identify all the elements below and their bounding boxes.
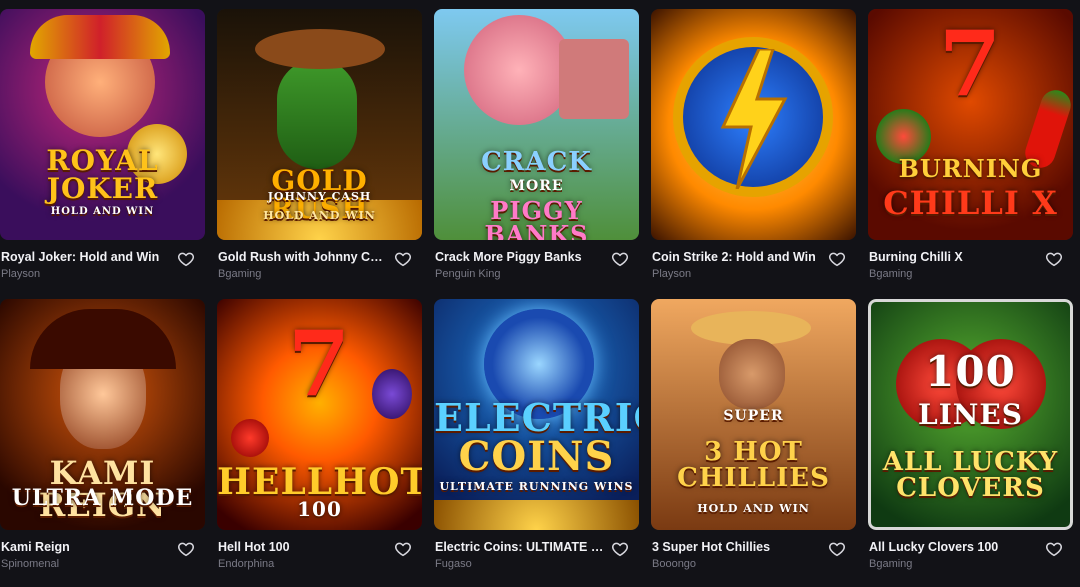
game-logo-text: ROYAL — [46, 144, 159, 177]
game-logo-text: CHILLI X — [883, 184, 1058, 222]
game-provider: Bgaming — [869, 268, 913, 280]
game-logo-text: JOKER — [46, 172, 159, 205]
game-logo-text: HOLD AND WIN — [50, 206, 155, 217]
game-thumbnail[interactable]: SUPER 3 HOT CHILLIES HOLD AND WIN — [651, 299, 856, 530]
game-thumbnail[interactable]: ELECTRICCOINSULTIMATE RUNNING WINS — [434, 299, 639, 530]
game-card: KAMI REIGN ULTRA MODE Kami Reign Spinomen… — [0, 299, 205, 571]
game-provider: Endorphina — [218, 558, 275, 570]
game-logo-text: JOHNNY CASH — [267, 190, 372, 203]
game-card: ROYAL JOKER HOLD AND WIN Royal Joker: Hold… — [0, 9, 205, 281]
heart-outline-icon[interactable] — [1045, 540, 1063, 558]
game-thumbnail[interactable]: GOLD RUSH JOHNNY CASH HOLD AND WIN — [217, 9, 422, 240]
game-logo-text: 7 — [287, 311, 352, 417]
heart-outline-icon[interactable] — [177, 540, 195, 558]
game-card: SUPER 3 HOT CHILLIES HOLD AND WIN 3 Super … — [651, 299, 856, 571]
game-logo-text: ULTRA MODE — [11, 485, 194, 511]
game-card: 7 HELLHOT 100 Hell Hot 100 Endorphina — [217, 299, 422, 571]
game-logo-text: HELLHOT — [217, 461, 422, 503]
game-logo-text: HOLD AND WIN — [697, 502, 810, 515]
game-logo-text: ULTIMATE RUNNING WINS — [439, 480, 634, 493]
game-meta: Electric Coins: ULTIMATE RUNN... Fugaso — [434, 530, 639, 571]
game-logo-text: 100 — [925, 347, 1016, 396]
game-provider: Fugaso — [435, 558, 472, 570]
game-thumbnail[interactable]: 7 HELLHOT 100 — [217, 299, 422, 530]
game-title[interactable]: Royal Joker: Hold and Win — [1, 250, 171, 264]
game-artwork — [651, 9, 856, 240]
game-thumbnail[interactable]: ROYAL JOKER HOLD AND WIN — [0, 9, 205, 240]
heart-outline-icon[interactable] — [828, 540, 846, 558]
game-meta: Gold Rush with Johnny Cash Bgaming — [217, 240, 422, 281]
game-logo-text: ALL LUCKY CLOVERS — [882, 447, 1059, 503]
game-card: CRACK MORE PIGGY BANKS Crack More Piggy Ba… — [434, 9, 639, 281]
game-provider: Playson — [1, 268, 41, 280]
heart-outline-icon[interactable] — [611, 540, 629, 558]
heart-outline-icon[interactable] — [394, 250, 412, 268]
game-logo-text: 7 — [938, 11, 1003, 117]
game-title[interactable]: Hell Hot 100 — [218, 540, 388, 554]
game-logo-text: HOLD AND WIN — [263, 209, 376, 222]
game-provider: Bgaming — [869, 558, 913, 570]
game-card: GOLD RUSH JOHNNY CASH HOLD AND WIN Gold Ru… — [217, 9, 422, 281]
game-title[interactable]: 3 Super Hot Chillies — [652, 540, 822, 554]
game-provider: Penguin King — [435, 268, 501, 280]
game-meta: Burning Chilli X Bgaming — [868, 240, 1073, 281]
game-logo-text: PIGGY BANKS — [484, 196, 589, 241]
heart-outline-icon[interactable] — [611, 250, 629, 268]
game-grid: ROYAL JOKER HOLD AND WIN Royal Joker: Hold… — [0, 9, 1073, 571]
heart-outline-icon[interactable] — [394, 540, 412, 558]
game-logo-text: BURNING — [898, 154, 1043, 183]
game-logo-text: LINES — [918, 398, 1023, 431]
game-meta: Royal Joker: Hold and Win Playson — [0, 240, 205, 281]
game-title[interactable]: Gold Rush with Johnny Cash — [218, 250, 388, 264]
game-logo-text: 3 HOT CHILLIES — [677, 437, 830, 493]
game-meta: Coin Strike 2: Hold and Win Playson — [651, 240, 856, 281]
game-card: 100 LINES ALL LUCKY CLOVERS All Lucky Clov… — [868, 299, 1073, 571]
game-title[interactable]: Electric Coins: ULTIMATE RUNN... — [435, 540, 605, 554]
game-provider: Spinomenal — [1, 558, 60, 570]
game-logo-text: SUPER — [723, 408, 784, 424]
heart-outline-icon[interactable] — [177, 250, 195, 268]
game-logo-text: COINS — [458, 433, 615, 480]
game-card: Coin Strike 2: Hold and Win Playson — [651, 9, 856, 281]
game-title[interactable]: Crack More Piggy Banks — [435, 250, 605, 264]
game-provider: Booongo — [652, 558, 697, 570]
game-title[interactable]: All Lucky Clovers 100 — [869, 540, 1039, 554]
game-meta: Crack More Piggy Banks Penguin King — [434, 240, 639, 281]
game-title[interactable]: Burning Chilli X — [869, 250, 1039, 264]
game-card: 7 BURNING CHILLI X Burning Chilli X Bgamin… — [868, 9, 1073, 281]
game-title[interactable]: Kami Reign — [1, 540, 171, 554]
heart-outline-icon[interactable] — [828, 250, 846, 268]
game-logo-text: CRACK — [481, 147, 592, 177]
game-meta: All Lucky Clovers 100 Bgaming — [868, 530, 1073, 571]
game-meta: 3 Super Hot Chillies Booongo — [651, 530, 856, 571]
game-thumbnail[interactable]: CRACK MORE PIGGY BANKS — [434, 9, 639, 240]
game-title[interactable]: Coin Strike 2: Hold and Win — [652, 250, 822, 264]
heart-outline-icon[interactable] — [1045, 250, 1063, 268]
game-card: ELECTRICCOINSULTIMATE RUNNING WINS Elect… — [434, 299, 639, 571]
game-thumbnail[interactable]: 7 BURNING CHILLI X — [868, 9, 1073, 240]
game-logo-text: ELECTRIC — [434, 395, 639, 440]
game-thumbnail[interactable]: 100 LINES ALL LUCKY CLOVERS — [868, 299, 1073, 530]
game-provider: Bgaming — [218, 268, 262, 280]
game-meta: Hell Hot 100 Endorphina — [217, 530, 422, 571]
game-thumbnail[interactable]: KAMI REIGN ULTRA MODE — [0, 299, 205, 530]
game-logo-text: MORE — [509, 178, 564, 194]
game-thumbnail[interactable] — [651, 9, 856, 240]
game-logo-text: 100 — [297, 497, 342, 521]
game-provider: Playson — [652, 268, 692, 280]
game-meta: Kami Reign Spinomenal — [0, 530, 205, 571]
